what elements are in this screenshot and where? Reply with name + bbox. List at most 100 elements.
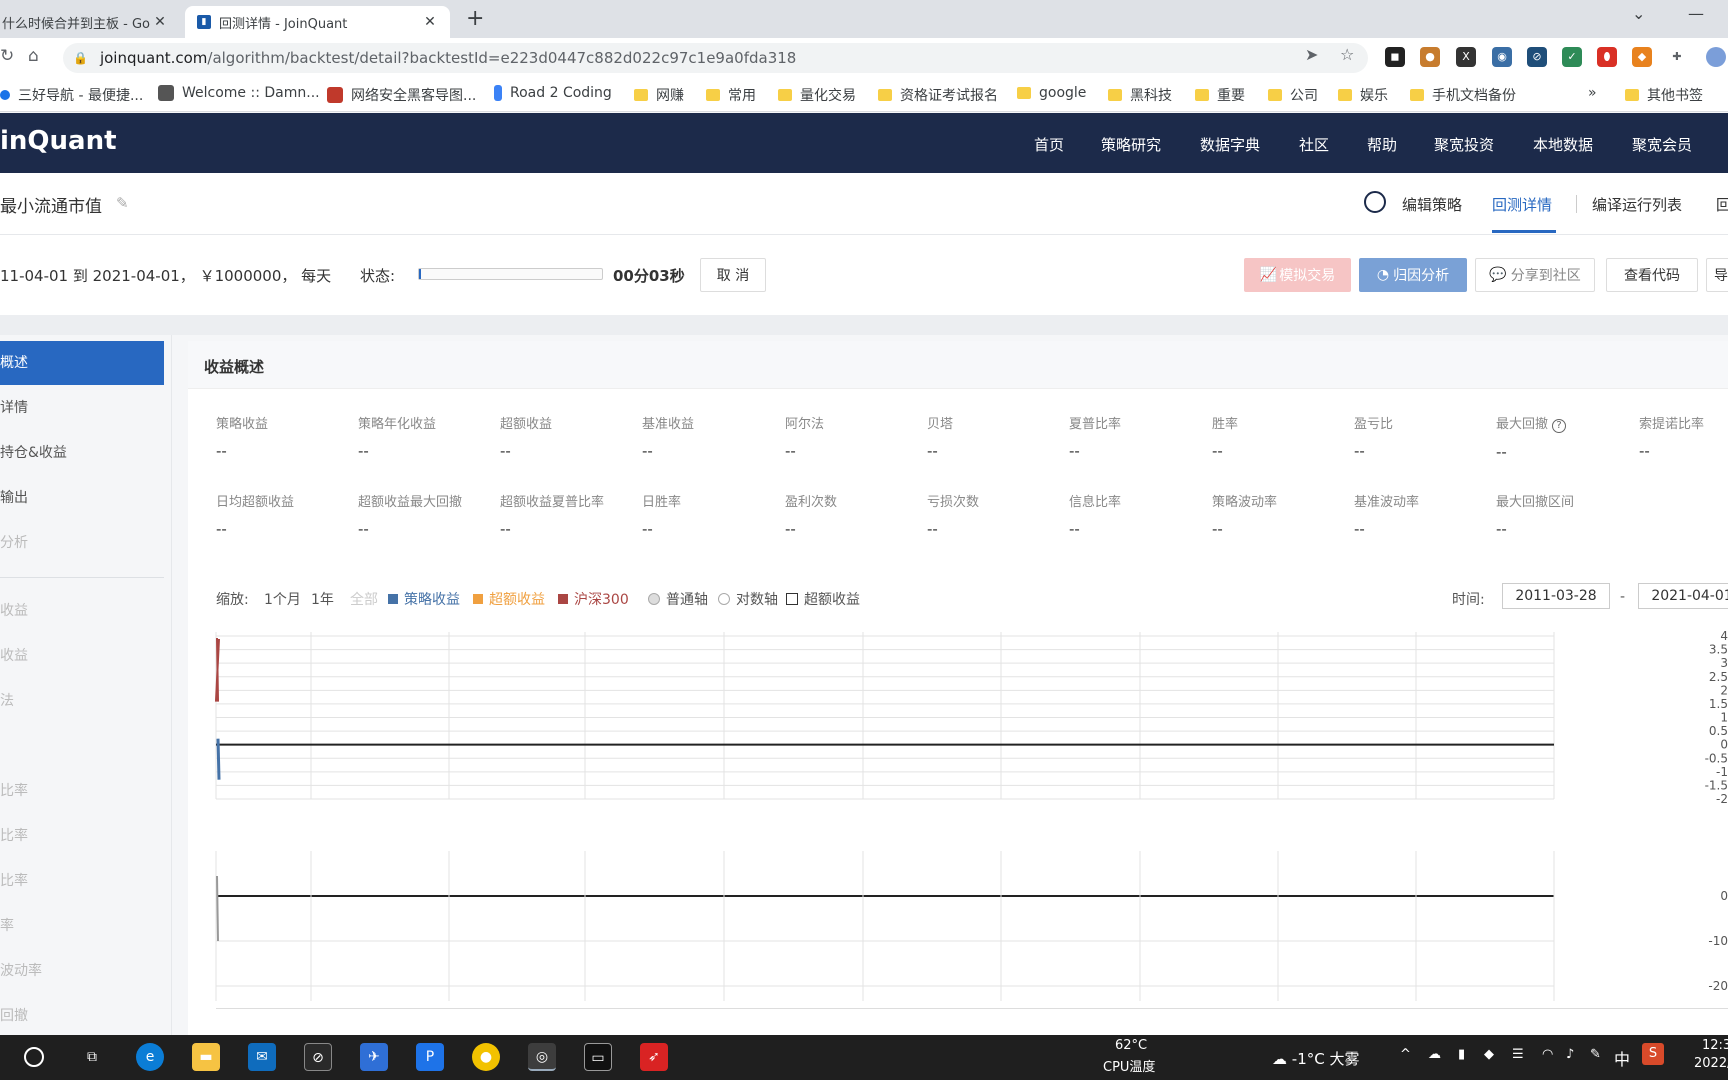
tab-backtest-detail[interactable]: 回测详情: [1492, 194, 1552, 215]
app-bird-icon[interactable]: ✈: [360, 1043, 388, 1071]
sidebar-item[interactable]: 比率: [0, 859, 164, 903]
home-icon[interactable]: ⌂: [28, 46, 39, 66]
tray-app-icon[interactable]: ◆: [1484, 1047, 1494, 1062]
tab-close-icon[interactable]: ✕: [152, 14, 168, 30]
bookmark-item[interactable]: Welcome :: Damn...: [158, 85, 320, 101]
nav-membership[interactable]: 聚宽会员: [1632, 134, 1692, 155]
tray-pen-icon[interactable]: ✎: [1590, 1047, 1601, 1062]
bookmark-folder-other[interactable]: 其他书签: [1625, 85, 1703, 105]
extension-compass-icon[interactable]: ⊘: [1527, 47, 1547, 67]
extension-icon-1[interactable]: ◼: [1385, 47, 1405, 67]
bookmark-item[interactable]: 网络安全黑客导图...: [327, 85, 476, 105]
date-from-input[interactable]: 2011-03-28: [1502, 583, 1610, 609]
share-community-button[interactable]: 💬 分享到社区: [1475, 258, 1595, 292]
view-code-button[interactable]: 查看代码: [1606, 258, 1698, 292]
sidebar-item[interactable]: [0, 724, 164, 768]
tab-search-chevron-icon[interactable]: ⌄: [1632, 4, 1645, 23]
nav-local-data[interactable]: 本地数据: [1533, 134, 1593, 155]
nav-help[interactable]: 帮助: [1367, 134, 1397, 155]
bookmark-folder[interactable]: 网赚: [634, 85, 684, 105]
cancel-button[interactable]: 取 消: [700, 258, 766, 292]
app-compass-icon[interactable]: ⊘: [304, 1043, 332, 1071]
sidebar-item[interactable]: 比率: [0, 769, 164, 813]
app-p-icon[interactable]: P: [416, 1043, 444, 1071]
metamask-fox-icon[interactable]: ◆: [1632, 47, 1652, 67]
bookmark-star-icon[interactable]: ☆: [1340, 45, 1354, 64]
browser-tab-inactive[interactable]: 什么时候合并到主板 - Go ✕: [0, 6, 180, 38]
clock-date[interactable]: 2022/: [1694, 1056, 1728, 1071]
sidebar-item[interactable]: 回撤: [0, 994, 164, 1038]
sidebar-item-output[interactable]: 输出: [0, 476, 164, 520]
attribution-button[interactable]: ◔ 归因分析: [1359, 258, 1467, 292]
tray-cloud-icon[interactable]: ☁: [1428, 1047, 1441, 1062]
mail-icon[interactable]: ✉: [248, 1043, 276, 1071]
bookmark-folder[interactable]: 手机文档备份: [1410, 85, 1516, 105]
legend-hs300[interactable]: 沪深300: [558, 589, 629, 609]
tray-network-icon[interactable]: ☰: [1512, 1047, 1524, 1062]
app-red-icon[interactable]: ➶: [640, 1043, 668, 1071]
joinquant-logo[interactable]: inQuant: [0, 126, 117, 156]
edge-browser-icon[interactable]: e: [136, 1043, 164, 1071]
extension-x-icon[interactable]: X: [1456, 47, 1476, 67]
profile-avatar[interactable]: [1706, 47, 1726, 67]
file-explorer-icon[interactable]: ▬: [192, 1043, 220, 1071]
checkbox-excess-return[interactable]: 超额收益: [786, 589, 860, 609]
tab-compile-run-list[interactable]: 编译运行列表: [1592, 194, 1682, 215]
help-question-icon[interactable]: ?: [1552, 419, 1567, 433]
bookmark-folder[interactable]: 黑科技: [1108, 85, 1172, 105]
edit-pencil-icon[interactable]: ✎: [116, 194, 129, 212]
tray-usb-icon[interactable]: ▮: [1458, 1047, 1465, 1062]
browser-tab-active[interactable]: ▮ 回测详情 - JoinQuant ✕: [185, 6, 450, 38]
export-button[interactable]: 导: [1706, 258, 1728, 292]
radio-log-axis[interactable]: 对数轴: [718, 589, 778, 609]
reload-icon[interactable]: ↻: [0, 46, 14, 66]
ime-indicator[interactable]: 中: [1614, 1046, 1630, 1070]
legend-excess-return[interactable]: 超额收益: [473, 589, 545, 609]
sidebar-item[interactable]: 收益: [0, 589, 164, 633]
new-tab-plus-icon[interactable]: +: [466, 6, 484, 31]
bookmark-folder[interactable]: 公司: [1268, 85, 1318, 105]
minimize-window-icon[interactable]: —: [1688, 4, 1704, 23]
more-bookmarks-chevron[interactable]: »: [1588, 85, 1597, 101]
bookmark-folder[interactable]: 重要: [1195, 85, 1245, 105]
weather-widget[interactable]: ☁ -1°C 大雾: [1272, 1048, 1359, 1069]
app-yellow-icon[interactable]: ●: [472, 1043, 500, 1071]
sidebar-item-positions[interactable]: 持仓&收益: [0, 431, 164, 475]
tray-s-icon[interactable]: S: [1642, 1043, 1664, 1065]
clock-time[interactable]: 12:3: [1702, 1038, 1728, 1053]
sidebar-item[interactable]: 率: [0, 904, 164, 948]
sidebar-item-details[interactable]: 详情: [0, 386, 164, 430]
nav-home[interactable]: 首页: [1034, 134, 1064, 155]
tab-more[interactable]: 回: [1716, 194, 1728, 215]
nav-joinquant-invest[interactable]: 聚宽投资: [1434, 134, 1494, 155]
tab-edit-strategy[interactable]: 编辑策略: [1402, 194, 1462, 215]
nav-strategy-research[interactable]: 策略研究: [1101, 134, 1161, 155]
bookmark-folder[interactable]: 娱乐: [1338, 85, 1388, 105]
bookmark-folder[interactable]: 常用: [706, 85, 756, 105]
legend-strategy-return[interactable]: 策略收益: [388, 589, 460, 609]
bookmark-folder[interactable]: 资格证考试报名: [878, 85, 998, 105]
sim-trade-button[interactable]: 📈 模拟交易: [1244, 258, 1351, 292]
bookmark-item[interactable]: Road 2 Coding: [494, 85, 612, 101]
sidebar-item[interactable]: 收益: [0, 634, 164, 678]
sidebar-item-overview[interactable]: 概述: [0, 341, 164, 385]
bookmark-folder[interactable]: 量化交易: [778, 85, 856, 105]
terminal-icon[interactable]: ▭: [584, 1043, 612, 1071]
task-view-icon[interactable]: ⧉: [78, 1043, 106, 1071]
date-to-input[interactable]: 2021-04-01: [1638, 583, 1728, 609]
tray-chevron-icon[interactable]: ^: [1400, 1047, 1411, 1062]
extension-red-icon[interactable]: ⬮: [1597, 47, 1617, 67]
sidebar-item[interactable]: 比率: [0, 814, 164, 858]
sidebar-item-analysis[interactable]: 分析: [0, 521, 164, 565]
tray-wifi-icon[interactable]: ◠: [1542, 1047, 1553, 1062]
sidebar-item[interactable]: 法: [0, 679, 164, 723]
chrome-icon[interactable]: ◎: [528, 1043, 556, 1071]
bookmark-item[interactable]: 三好导航 - 最便捷...: [0, 85, 143, 105]
extension-globe-icon[interactable]: ◉: [1492, 47, 1512, 67]
extensions-puzzle-icon[interactable]: ✚: [1667, 47, 1687, 67]
sidebar-item[interactable]: 波动率: [0, 949, 164, 993]
zoom-all[interactable]: 全部: [350, 589, 378, 609]
address-bar[interactable]: 🔒 joinquant.com/algorithm/backtest/detai…: [63, 43, 1368, 73]
tray-volume-icon[interactable]: ♪: [1566, 1047, 1574, 1062]
extension-monkey-icon[interactable]: ●: [1420, 47, 1440, 67]
